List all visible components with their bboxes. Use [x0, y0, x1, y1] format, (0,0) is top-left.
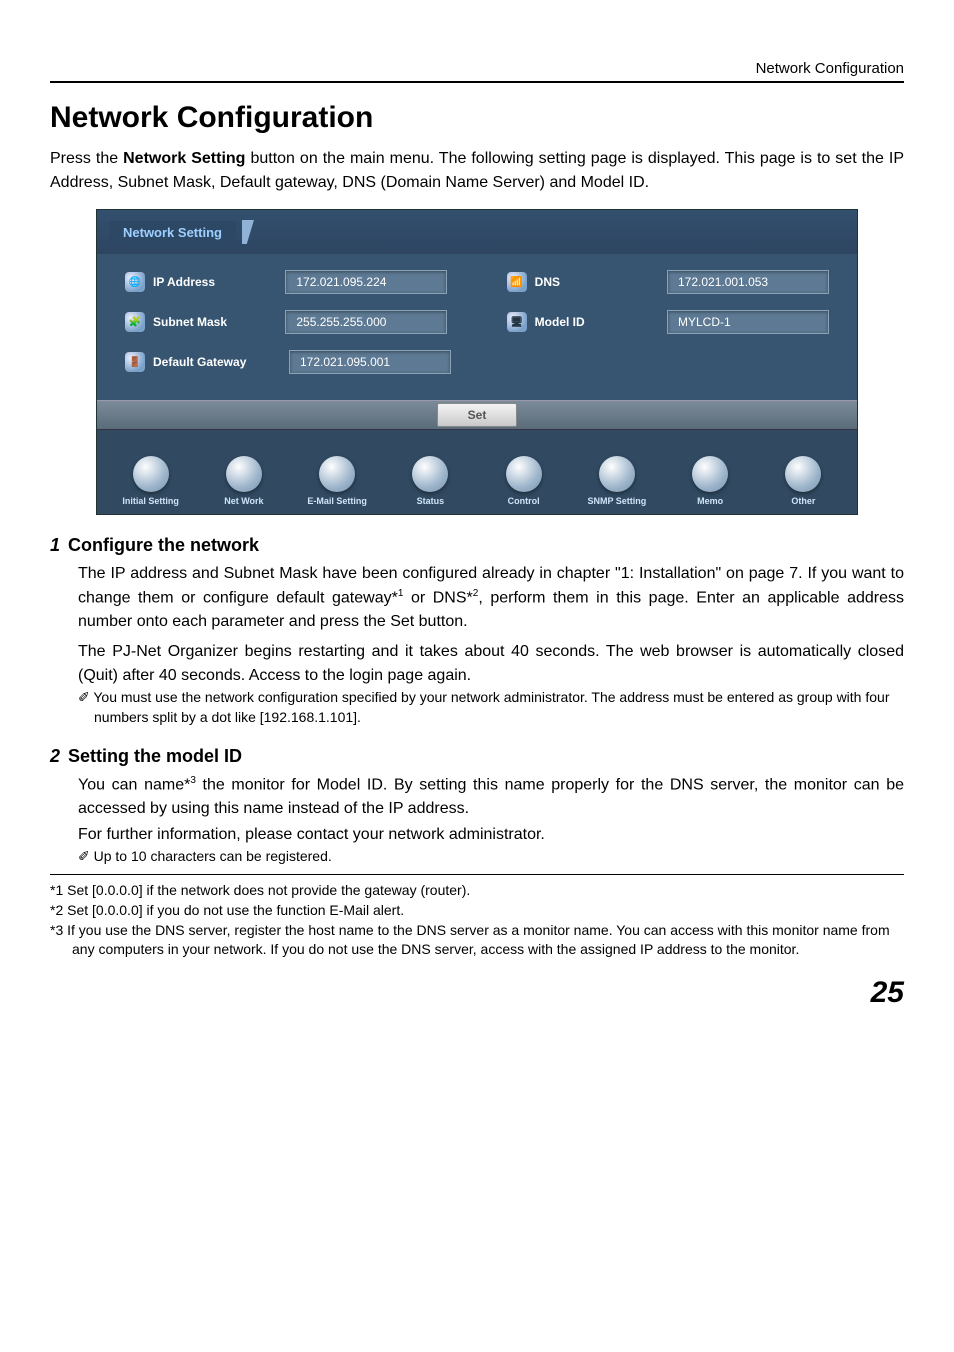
section-1-heading: 1 Configure the network [50, 535, 904, 556]
nav-label-memo: Memo [697, 496, 723, 506]
section-1-number: 1 [50, 535, 60, 555]
dns-label: DNS [535, 275, 560, 289]
dns-icon: 📶 [507, 272, 527, 292]
model-id-icon: 🖥 [507, 312, 527, 332]
globe-icon: 🌐 [125, 272, 145, 292]
network-setting-screenshot: Network Setting 🌐 IP Address 📶 DNS [96, 209, 858, 515]
control-icon [506, 456, 542, 492]
nav-status[interactable]: Status [387, 456, 474, 506]
status-icon [412, 456, 448, 492]
snmp-icon [599, 456, 635, 492]
nav-other[interactable]: Other [760, 456, 847, 506]
nav-initial-setting[interactable]: Initial Setting [107, 456, 194, 506]
initial-setting-icon [133, 456, 169, 492]
bold-network-setting: Network Setting [123, 150, 245, 167]
intro-paragraph: Press the Network Setting button on the … [50, 147, 904, 195]
running-header: Network Configuration [50, 60, 904, 83]
section-2-title: Setting the model ID [68, 746, 242, 766]
nav-label-initial: Initial Setting [122, 496, 179, 506]
nav-network[interactable]: Net Work [200, 456, 287, 506]
nav-control[interactable]: Control [480, 456, 567, 506]
section-1-body-2: The PJ-Net Organizer begins restarting a… [78, 640, 904, 688]
nav-label-snmp: SNMP Setting [587, 496, 646, 506]
model-id-input[interactable] [667, 310, 829, 334]
section-2-note: Up to 10 characters can be registered. [78, 847, 904, 867]
nav-label-other: Other [791, 496, 815, 506]
section-1-note: You must use the network configuration s… [78, 688, 904, 727]
memo-icon [692, 456, 728, 492]
nav-memo[interactable]: Memo [667, 456, 754, 506]
section-2-body-2: For further information, please contact … [78, 823, 904, 847]
subnet-mask-input[interactable] [285, 310, 447, 334]
footnote-2: *2 Set [0.0.0.0] if you do not use the f… [50, 901, 904, 921]
dns-input[interactable] [667, 270, 829, 294]
subnet-mask-label: Subnet Mask [153, 315, 227, 329]
model-id-label: Model ID [535, 315, 585, 329]
screenshot-tab: Network Setting [109, 221, 236, 244]
default-gateway-input[interactable] [289, 350, 451, 374]
ip-address-input[interactable] [285, 270, 447, 294]
email-icon [319, 456, 355, 492]
network-icon [226, 456, 262, 492]
nav-label-control: Control [508, 496, 540, 506]
nav-label-email: E-Mail Setting [307, 496, 367, 506]
section-1-body: The IP address and Subnet Mask have been… [78, 562, 904, 634]
set-button[interactable]: Set [437, 403, 518, 427]
footnote-3: *3 If you use the DNS server, register t… [50, 921, 904, 960]
footnote-1: *1 Set [0.0.0.0] if the network does not… [50, 881, 904, 901]
section-1-title: Configure the network [68, 535, 259, 555]
subnet-icon: 🧩 [125, 312, 145, 332]
section-2-heading: 2 Setting the model ID [50, 746, 904, 767]
page-title: Network Configuration [50, 101, 904, 135]
footnotes: *1 Set [0.0.0.0] if the network does not… [50, 874, 904, 959]
nav-snmp-setting[interactable]: SNMP Setting [573, 456, 660, 506]
nav-label-status: Status [417, 496, 445, 506]
nav-email-setting[interactable]: E-Mail Setting [294, 456, 381, 506]
tab-edge-decoration [242, 220, 254, 244]
section-2-body: You can name*3 the monitor for Model ID.… [78, 773, 904, 821]
ip-address-label: IP Address [153, 275, 215, 289]
gateway-icon: 🚪 [125, 352, 145, 372]
default-gateway-label: Default Gateway [153, 355, 246, 369]
other-icon [785, 456, 821, 492]
section-2-number: 2 [50, 746, 60, 766]
page-number: 25 [50, 976, 904, 1010]
screenshot-tab-label: Network Setting [123, 225, 222, 240]
nav-label-network: Net Work [224, 496, 263, 506]
